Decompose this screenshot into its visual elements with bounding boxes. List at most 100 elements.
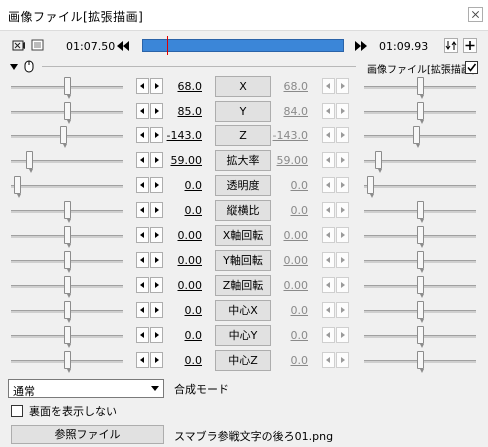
slider-thumb[interactable] [64, 351, 71, 373]
end-slider[interactable] [364, 174, 476, 198]
start-slider[interactable] [11, 124, 123, 148]
end-value[interactable]: 0.0 [256, 179, 309, 192]
decrement-button[interactable] [136, 252, 149, 268]
start-value[interactable]: 0.0 [150, 304, 203, 317]
start-slider[interactable] [11, 299, 123, 323]
slider-thumb[interactable] [417, 201, 424, 223]
end-slider[interactable] [364, 249, 476, 273]
start-slider[interactable] [11, 324, 123, 348]
start-slider[interactable] [11, 75, 123, 99]
seek-bar[interactable] [142, 36, 344, 55]
increment-button[interactable] [336, 152, 349, 168]
decrement-button[interactable] [322, 277, 335, 293]
end-value[interactable]: 59.00 [256, 154, 309, 167]
add-icon[interactable] [463, 38, 477, 53]
slider-thumb[interactable] [417, 301, 424, 323]
slider-thumb[interactable] [64, 102, 71, 124]
start-value[interactable]: 0.00 [150, 254, 203, 267]
increment-button[interactable] [336, 103, 349, 119]
decrement-button[interactable] [136, 78, 149, 94]
start-value[interactable]: 0.0 [150, 179, 203, 192]
slider-thumb[interactable] [26, 151, 33, 173]
start-value[interactable]: 0.0 [150, 204, 203, 217]
slider-thumb[interactable] [64, 77, 71, 99]
start-value[interactable]: 0.0 [150, 354, 203, 367]
slider-thumb[interactable] [417, 351, 424, 373]
decrement-button[interactable] [322, 352, 335, 368]
end-value[interactable]: 0.00 [256, 254, 309, 267]
start-slider[interactable] [11, 349, 123, 373]
slider-thumb[interactable] [64, 276, 71, 298]
rewind-icon[interactable] [116, 40, 130, 52]
slider-thumb[interactable] [64, 251, 71, 273]
decrement-button[interactable] [136, 302, 149, 318]
slider-thumb[interactable] [64, 301, 71, 323]
end-slider[interactable] [364, 100, 476, 124]
preview-icon[interactable] [31, 39, 45, 52]
slider-thumb[interactable] [417, 276, 424, 298]
fast-forward-icon[interactable] [354, 40, 368, 52]
end-slider[interactable] [364, 224, 476, 248]
decrement-button[interactable] [136, 227, 149, 243]
decrement-button[interactable] [136, 277, 149, 293]
slider-thumb[interactable] [417, 226, 424, 248]
slider-track[interactable] [11, 185, 123, 188]
start-value[interactable]: 0.00 [150, 279, 203, 292]
increment-button[interactable] [336, 327, 349, 343]
decrement-button[interactable] [136, 202, 149, 218]
start-value[interactable]: -143.0 [150, 129, 202, 142]
decrement-button[interactable] [322, 152, 335, 168]
decrement-button[interactable] [322, 78, 335, 94]
start-slider[interactable] [11, 224, 123, 248]
decrement-button[interactable] [136, 152, 149, 168]
decrement-button[interactable] [136, 352, 149, 368]
increment-button[interactable] [336, 127, 349, 143]
decrement-button[interactable] [136, 177, 149, 193]
decrement-button[interactable] [136, 327, 149, 343]
end-value[interactable]: 0.00 [256, 229, 309, 242]
start-slider[interactable] [11, 274, 123, 298]
start-slider[interactable] [11, 249, 123, 273]
start-value[interactable]: 68.0 [150, 80, 203, 93]
slider-track[interactable] [11, 135, 123, 138]
end-slider[interactable] [364, 149, 476, 173]
increment-button[interactable] [336, 277, 349, 293]
slider-thumb[interactable] [14, 176, 21, 198]
end-value[interactable]: 84.0 [256, 105, 309, 118]
end-slider[interactable] [364, 324, 476, 348]
increment-button[interactable] [336, 352, 349, 368]
start-slider[interactable] [11, 100, 123, 124]
playhead-marker[interactable] [167, 36, 168, 55]
decrement-button[interactable] [322, 327, 335, 343]
increment-button[interactable] [336, 227, 349, 243]
start-value[interactable]: 0.00 [150, 229, 203, 242]
end-value[interactable]: 0.0 [256, 304, 309, 317]
slider-thumb[interactable] [60, 126, 67, 148]
enable-checkbox[interactable] [465, 61, 478, 74]
swap-icon[interactable] [444, 38, 458, 53]
start-slider[interactable] [11, 174, 123, 198]
slider-thumb[interactable] [417, 251, 424, 273]
start-slider[interactable] [11, 199, 123, 223]
browse-file-button[interactable]: 参照ファイル [11, 425, 164, 444]
increment-button[interactable] [336, 202, 349, 218]
end-slider[interactable] [364, 75, 476, 99]
decrement-button[interactable] [322, 177, 335, 193]
slider-thumb[interactable] [417, 102, 424, 124]
slider-thumb[interactable] [64, 201, 71, 223]
decrement-button[interactable] [322, 202, 335, 218]
end-value[interactable]: 0.0 [256, 354, 309, 367]
start-value[interactable]: 0.0 [150, 329, 203, 342]
slider-track[interactable] [364, 185, 476, 188]
slider-thumb[interactable] [64, 326, 71, 348]
slider-thumb[interactable] [417, 77, 424, 99]
decrement-button[interactable] [322, 227, 335, 243]
start-value[interactable]: 59.00 [150, 154, 203, 167]
start-value[interactable]: 85.0 [150, 105, 203, 118]
slider-thumb[interactable] [375, 151, 382, 173]
end-slider[interactable] [364, 349, 476, 373]
slider-thumb[interactable] [64, 226, 71, 248]
end-slider[interactable] [364, 199, 476, 223]
close-button[interactable] [468, 7, 483, 22]
end-value[interactable]: 0.0 [256, 204, 309, 217]
